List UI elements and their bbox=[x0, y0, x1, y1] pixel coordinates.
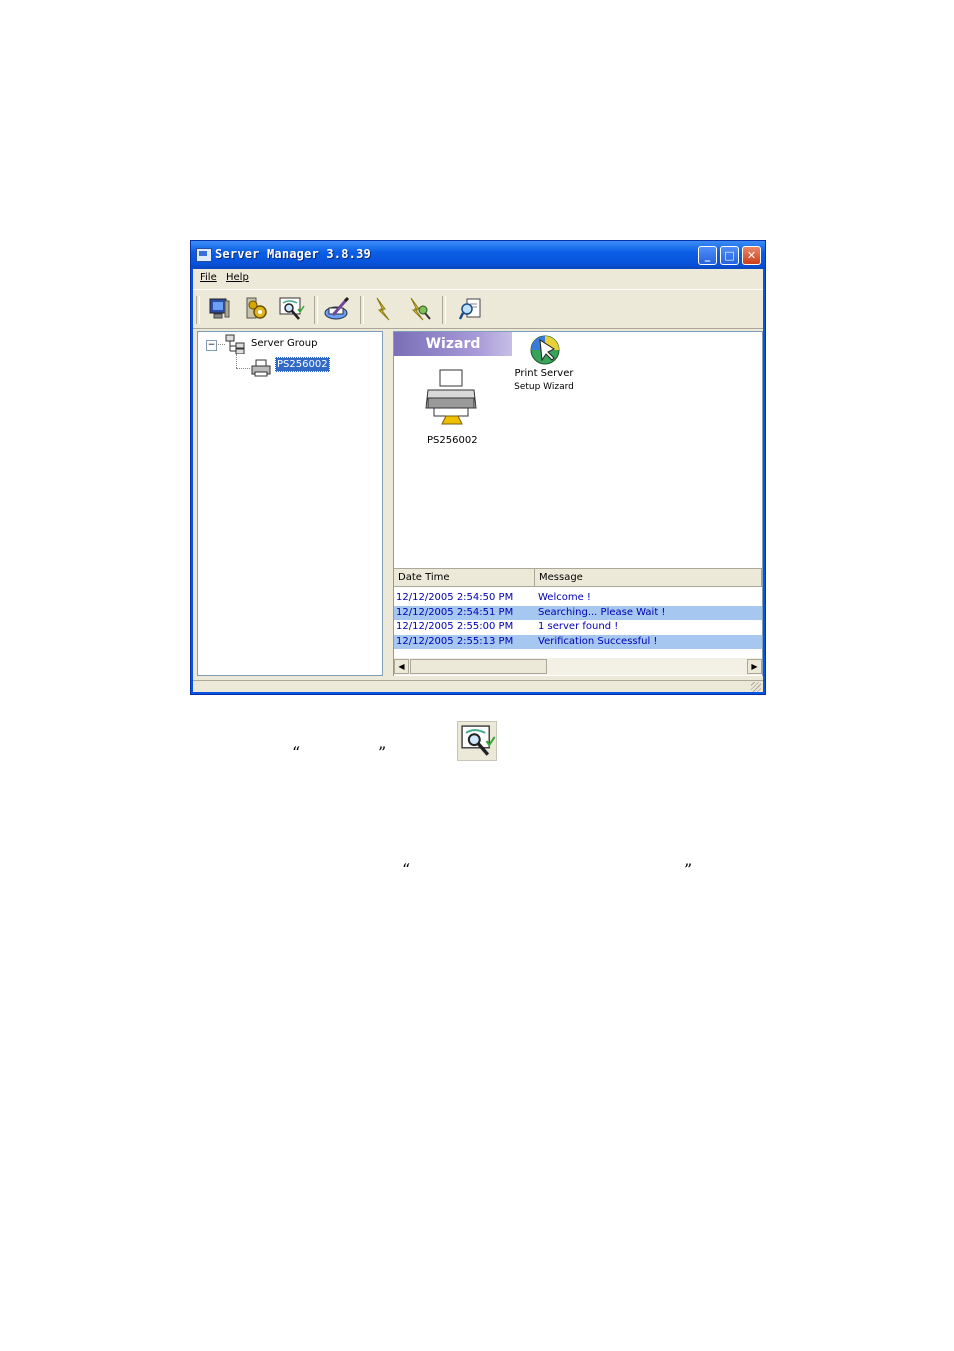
log-message: 1 server found ! bbox=[538, 621, 619, 632]
horizontal-scrollbar[interactable]: ◀ ▶ bbox=[394, 658, 762, 675]
menu-file[interactable]: File bbox=[200, 272, 217, 283]
tree-root-label[interactable]: Server Group bbox=[251, 338, 317, 349]
toolbar bbox=[193, 289, 763, 329]
title-bar[interactable]: Server Manager 3.8.39 _ □ ✕ bbox=[191, 241, 765, 269]
printer-icon bbox=[251, 359, 271, 377]
printer-large-icon[interactable] bbox=[424, 368, 480, 426]
maximize-button[interactable]: □ bbox=[720, 246, 739, 265]
verify-magnifier-icon bbox=[457, 721, 497, 761]
log-row[interactable]: 12/12/2005 2:54:50 PM Welcome ! bbox=[394, 591, 762, 605]
lightning-icon[interactable] bbox=[369, 295, 397, 323]
server-manager-window: Server Manager 3.8.39 _ □ ✕ File Help − … bbox=[190, 240, 766, 695]
lightning-check-icon[interactable] bbox=[405, 295, 433, 323]
quote-open: “ bbox=[402, 860, 411, 879]
log-datetime: 12/12/2005 2:54:51 PM bbox=[396, 606, 514, 618]
quote-open: “ bbox=[292, 743, 301, 762]
toolbar-separator bbox=[314, 296, 318, 324]
tree-connector bbox=[236, 354, 237, 368]
main-pane: Wizard PS256002 Print Server Setup Wizar… bbox=[393, 331, 763, 676]
status-bar bbox=[193, 680, 763, 693]
app-icon bbox=[196, 248, 212, 262]
resize-grip[interactable] bbox=[751, 682, 761, 692]
log-list: Date Time Message 12/12/2005 2:54:50 PM W… bbox=[394, 568, 762, 676]
scroll-thumb[interactable] bbox=[410, 659, 547, 674]
menu-bar: File Help bbox=[193, 269, 763, 287]
close-button[interactable]: ✕ bbox=[742, 246, 761, 265]
setup-wizard-label-line1: Print Server bbox=[514, 368, 574, 379]
log-message: Verification Successful ! bbox=[538, 635, 658, 647]
scroll-right-button[interactable]: ▶ bbox=[747, 659, 762, 674]
verify-magnifier-icon[interactable] bbox=[277, 295, 305, 323]
log-message: Welcome ! bbox=[538, 592, 591, 603]
log-datetime: 12/12/2005 2:54:50 PM bbox=[396, 592, 514, 603]
toolbar-separator bbox=[196, 296, 200, 324]
toolbar-separator bbox=[442, 296, 446, 324]
log-row[interactable]: 12/12/2005 2:54:51 PM Searching... Please… bbox=[394, 605, 762, 620]
client-area: File Help − Server Group PS256002 Wizard… bbox=[193, 269, 763, 692]
column-header-message[interactable]: Message bbox=[535, 569, 762, 587]
settings-gear-icon[interactable] bbox=[243, 295, 271, 323]
setup-wizard-label-line2: Setup Wizard bbox=[514, 382, 574, 392]
log-datetime: 12/12/2005 2:55:13 PM bbox=[396, 635, 514, 647]
column-header-datetime[interactable]: Date Time bbox=[394, 569, 535, 587]
server-tree-pane: − Server Group PS256002 bbox=[197, 331, 383, 676]
search-document-icon[interactable] bbox=[457, 295, 485, 323]
quote-close: ” bbox=[684, 860, 693, 879]
monitor-icon[interactable] bbox=[205, 295, 233, 323]
log-row[interactable]: 12/12/2005 2:55:13 PM Verification Succes… bbox=[394, 634, 762, 649]
minimize-button[interactable]: _ bbox=[698, 246, 717, 265]
wizard-banner: Wizard bbox=[394, 332, 512, 356]
log-row[interactable]: 12/12/2005 2:55:00 PM 1 server found ! bbox=[394, 620, 762, 634]
setup-wizard-icon[interactable] bbox=[528, 334, 562, 366]
edit-pen-icon[interactable] bbox=[323, 295, 351, 323]
scroll-left-button[interactable]: ◀ bbox=[394, 659, 409, 674]
tree-item-ps256002[interactable]: PS256002 bbox=[275, 357, 330, 372]
printer-label: PS256002 bbox=[427, 435, 478, 446]
tree-connector bbox=[236, 368, 250, 369]
server-group-icon bbox=[225, 334, 245, 354]
tree-collapse-toggle[interactable]: − bbox=[206, 340, 217, 351]
toolbar-separator bbox=[360, 296, 364, 324]
menu-help[interactable]: Help bbox=[226, 272, 249, 283]
quote-close: ” bbox=[378, 743, 387, 762]
log-message: Searching... Please Wait ! bbox=[538, 606, 666, 618]
log-datetime: 12/12/2005 2:55:00 PM bbox=[396, 621, 514, 632]
window-title: Server Manager 3.8.39 bbox=[215, 247, 371, 261]
